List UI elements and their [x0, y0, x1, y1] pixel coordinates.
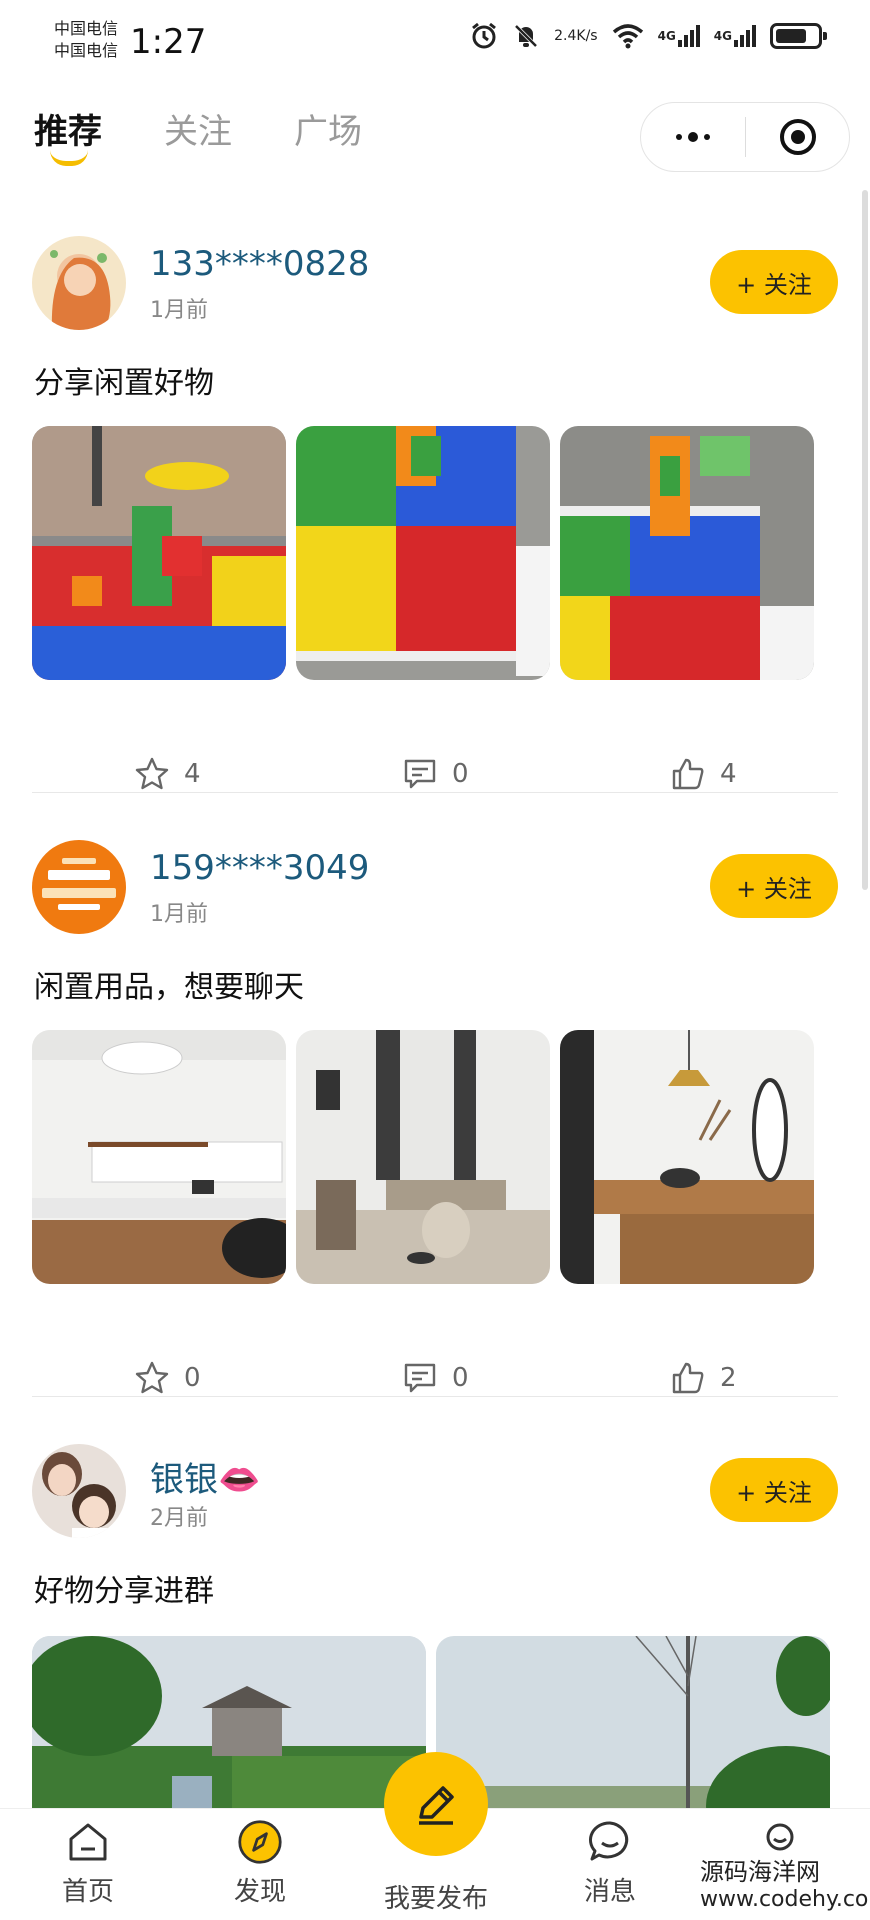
- favorite-count: 0: [184, 1363, 201, 1393]
- publish-label: 我要发布: [383, 1884, 488, 1914]
- nav-messages-label: 消息: [583, 1877, 636, 1907]
- post-content: 闲置用品，想要聊天: [34, 970, 304, 1005]
- nav-home[interactable]: 首页: [28, 1819, 148, 1908]
- thumb-up-icon: [672, 758, 704, 790]
- post-content: 好物分享进群: [34, 1574, 214, 1609]
- comment-button[interactable]: 0: [402, 756, 469, 792]
- compass-icon: [237, 1819, 283, 1865]
- divider: [32, 1396, 838, 1397]
- like-count: 4: [720, 759, 737, 789]
- tab-following-label: 关注: [164, 112, 232, 152]
- post-content: 分享闲置好物: [34, 366, 214, 401]
- post-image[interactable]: [32, 1636, 426, 1836]
- watermark: 源码海洋网 www.codehy.com: [700, 1858, 870, 1914]
- feed-tabs: 推荐 关注 广场: [34, 104, 362, 166]
- dot-icon: [676, 134, 682, 140]
- status-bar: 中国电信 中国电信 1:27 2.4 K/s 4G 4G: [0, 0, 870, 88]
- net-speed-unit: K/s: [576, 28, 598, 44]
- alarm-icon: [470, 22, 498, 50]
- post-time: 2月前: [150, 1506, 208, 1531]
- tab-following[interactable]: 关注: [164, 104, 232, 153]
- comment-count: 0: [452, 1363, 469, 1393]
- post-time: 1月前: [150, 298, 208, 323]
- post-image[interactable]: [560, 426, 814, 680]
- net-type-1: 4G: [657, 29, 676, 43]
- post-image[interactable]: [32, 426, 286, 680]
- close-miniprogram-button[interactable]: [746, 119, 849, 155]
- username[interactable]: 银银👄: [150, 1452, 260, 1501]
- username[interactable]: 159****3049: [150, 848, 369, 888]
- favorite-button[interactable]: 0: [134, 1360, 201, 1396]
- like-count: 2: [720, 1363, 737, 1393]
- mute-bell-icon: [512, 22, 540, 50]
- star-icon: [135, 757, 169, 790]
- net-speed-value: 2.4: [554, 28, 577, 44]
- comment-button[interactable]: 0: [402, 1360, 469, 1396]
- target-icon: [779, 119, 816, 155]
- comment-count: 0: [452, 759, 469, 789]
- post-image[interactable]: [560, 1030, 814, 1284]
- active-tab-indicator: [50, 150, 88, 166]
- message-icon: [587, 1819, 633, 1865]
- post-image[interactable]: [32, 1030, 286, 1284]
- status-icons: 2.4 K/s 4G 4G: [470, 22, 827, 50]
- thumb-up-icon: [672, 1362, 704, 1394]
- follow-button[interactable]: + 关注: [710, 250, 838, 314]
- signal-1-icon: 4G: [658, 25, 700, 47]
- divider: [32, 792, 838, 793]
- comment-icon: [404, 1363, 436, 1393]
- net-speed: 2.4 K/s: [554, 29, 597, 43]
- carrier-2: 中国电信: [54, 41, 119, 60]
- follow-button[interactable]: + 关注: [710, 1458, 838, 1522]
- tab-square-label: 广场: [294, 112, 362, 152]
- avatar[interactable]: [32, 236, 126, 330]
- watermark-line1: 源码海洋网: [700, 1858, 820, 1886]
- favorite-count: 4: [184, 759, 201, 789]
- post-time: 1月前: [150, 902, 208, 927]
- like-button[interactable]: 4: [670, 756, 737, 792]
- dot-icon: [704, 134, 710, 140]
- signal-2-icon: 4G: [714, 25, 756, 47]
- post-images: [32, 1030, 814, 1284]
- nav-messages[interactable]: 消息: [550, 1819, 670, 1908]
- username[interactable]: 133****0828: [150, 244, 369, 284]
- dot-icon: [688, 132, 698, 142]
- carrier-1: 中国电信: [54, 19, 119, 38]
- battery-level: [776, 29, 806, 43]
- publish-button[interactable]: [384, 1752, 488, 1856]
- post-image[interactable]: [436, 1636, 830, 1836]
- home-icon: [65, 1819, 111, 1865]
- clock: 1:27: [130, 22, 207, 62]
- like-button[interactable]: 2: [670, 1360, 737, 1396]
- carrier-info: 中国电信 中国电信: [54, 18, 118, 62]
- tab-recommend[interactable]: 推荐: [34, 104, 102, 166]
- nav-discover[interactable]: 发现: [200, 1819, 320, 1908]
- comment-icon: [404, 759, 436, 789]
- miniprogram-capsule: [640, 102, 850, 172]
- pencil-icon: [419, 1786, 454, 1825]
- post-actions: 0 0 2: [0, 1360, 870, 1400]
- tab-recommend-label: 推荐: [34, 112, 102, 152]
- battery-icon: [770, 23, 827, 49]
- more-menu-button[interactable]: [641, 103, 745, 171]
- watermark-line2: www.codehy.com: [700, 1887, 870, 1912]
- star-icon: [135, 1361, 169, 1394]
- wifi-icon: [612, 23, 644, 49]
- follow-button[interactable]: + 关注: [710, 854, 838, 918]
- post-image[interactable]: [296, 426, 550, 680]
- nav-home-label: 首页: [61, 1877, 114, 1907]
- avatar[interactable]: [32, 1444, 126, 1538]
- nav-discover-label: 发现: [233, 1877, 286, 1907]
- net-type-2: 4G: [713, 29, 732, 43]
- favorite-button[interactable]: 4: [134, 756, 201, 792]
- post-actions: 4 0 4: [0, 756, 870, 796]
- post-images: [32, 426, 814, 680]
- avatar[interactable]: [32, 840, 126, 934]
- post-image[interactable]: [296, 1030, 550, 1284]
- tab-square[interactable]: 广场: [294, 104, 362, 153]
